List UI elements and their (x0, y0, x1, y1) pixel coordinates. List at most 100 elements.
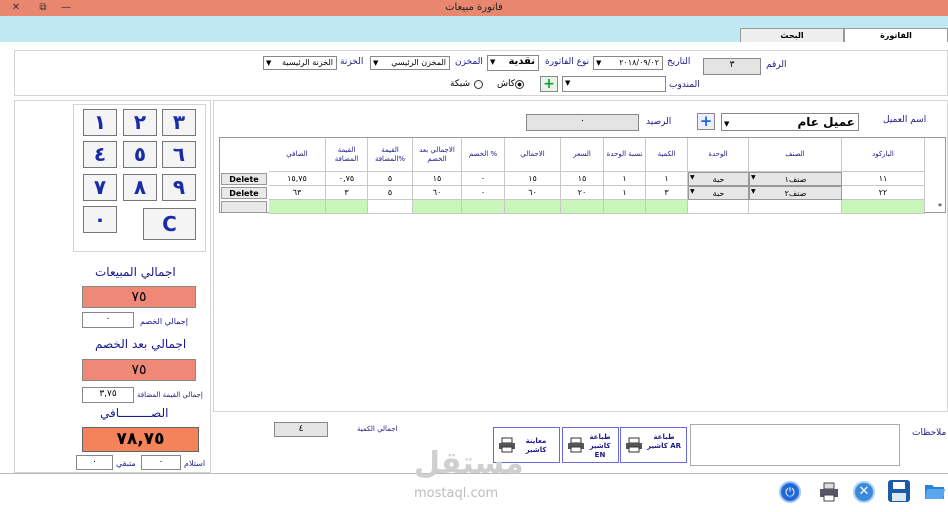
table-cell-barcode[interactable]: ١١ (842, 172, 925, 186)
table-cell-disc[interactable]: ٠ (462, 186, 505, 200)
new-row-cell[interactable] (269, 200, 326, 214)
key-2[interactable]: ٢ (123, 109, 157, 136)
new-row-cell[interactable] (604, 200, 646, 214)
new-row-cell[interactable] (842, 200, 925, 214)
restore-icon[interactable]: ⧉ (33, 0, 53, 16)
print-cashier-en-button[interactable]: طباعة كاشير EN (562, 427, 619, 463)
table-cell-net[interactable]: ٦٣ (269, 186, 326, 200)
cancel-icon[interactable]: ✕ (853, 481, 875, 503)
print-cashier-ar-button[interactable]: طباعة كاشير AR (620, 427, 687, 463)
new-row-cell[interactable] (326, 200, 368, 214)
new-row-cell[interactable] (688, 200, 749, 214)
chevron-down-icon: ▼ (490, 58, 496, 66)
key-8[interactable]: ٨ (123, 174, 157, 201)
cash-radio[interactable] (515, 80, 524, 89)
key-5[interactable]: ٥ (123, 141, 157, 168)
column-header: السعر (561, 138, 604, 172)
table-cell-ratio[interactable]: ١ (604, 172, 646, 186)
power-icon[interactable]: ⏻ (779, 481, 801, 503)
table-cell-disc[interactable]: ٠ (462, 172, 505, 186)
table-cell-net[interactable]: ١٥,٧٥ (269, 172, 326, 186)
table-cell-qty[interactable]: ٣ (646, 186, 688, 200)
key-clear[interactable]: C (143, 208, 196, 240)
key-6[interactable]: ٦ (162, 141, 196, 168)
new-row-delete-button[interactable] (221, 201, 267, 213)
remaining-field[interactable]: ٠ (76, 455, 113, 470)
close-icon[interactable]: ✕ (6, 0, 26, 16)
column-header: الخصم % (462, 138, 505, 172)
sales-total-label: اجمالي المبيعات (95, 265, 176, 279)
tab-search[interactable]: البحث (740, 28, 844, 42)
column-header: الباركود (842, 138, 925, 172)
tab-invoice[interactable]: الفاتورة (844, 28, 948, 42)
key-3[interactable]: ٣ (162, 109, 196, 136)
invoice-number-field[interactable]: ٣ (703, 58, 761, 75)
key-7[interactable]: ٧ (83, 174, 117, 201)
store-select[interactable]: ▼ المخزن الرئيسي (370, 56, 450, 70)
plus-icon: + (543, 76, 555, 92)
rep-select[interactable]: ▼ (562, 76, 666, 92)
chevron-down-icon: ▼ (724, 120, 730, 128)
discount-total-field[interactable]: ٠ (82, 312, 134, 328)
table-cell-price[interactable]: ٢٠ (561, 186, 604, 200)
delete-row-button[interactable]: Delete (221, 173, 267, 185)
new-row-cell[interactable] (505, 200, 561, 214)
key-1[interactable]: ١ (83, 109, 117, 136)
delete-row-button[interactable]: Delete (221, 187, 267, 199)
table-cell-qty[interactable]: ١ (646, 172, 688, 186)
minimize-icon[interactable]: — (56, 0, 76, 16)
after-discount-value: ٧٥ (82, 359, 196, 381)
customer-select[interactable]: ▼ عميل عام (721, 113, 859, 131)
new-row-cell[interactable] (646, 200, 688, 214)
notes-field[interactable] (690, 424, 900, 466)
rep-label: المندوب (669, 80, 700, 90)
printer-icon[interactable] (818, 481, 840, 503)
table-cell-item[interactable]: صنف٢ (749, 186, 842, 200)
treasury-label: الخزنة (340, 57, 364, 67)
key-9[interactable]: ٩ (162, 174, 196, 201)
chevron-down-icon[interactable]: ▼ (690, 174, 695, 181)
received-field[interactable]: ٠ (141, 455, 181, 470)
table-cell-ratio[interactable]: ١ (604, 186, 646, 200)
table-cell-barcode[interactable]: ٢٢ (842, 186, 925, 200)
new-row-cell[interactable] (749, 200, 842, 214)
treasury-select[interactable]: ▼ الخزنة الرئيسية (263, 56, 337, 70)
table-cell-vatp[interactable]: ٥ (368, 186, 413, 200)
table-cell-vat[interactable]: ٣ (326, 186, 368, 200)
discount-total-label: إجمالي الخصم (140, 317, 188, 326)
invoice-type-select[interactable]: ▼ نقدية (487, 55, 539, 71)
table-cell-total[interactable]: ١٥ (505, 172, 561, 186)
chevron-down-icon[interactable]: ▼ (751, 188, 756, 195)
chevron-down-icon[interactable]: ▼ (751, 174, 756, 181)
save-icon[interactable] (888, 480, 910, 502)
table-cell-price[interactable]: ١٥ (561, 172, 604, 186)
new-row-cell[interactable] (413, 200, 462, 214)
add-customer-button[interactable]: + (697, 113, 715, 130)
table-cell-total[interactable]: ٦٠ (505, 186, 561, 200)
chevron-down-icon[interactable]: ▼ (690, 188, 695, 195)
column-header: الوحدة (688, 138, 749, 172)
new-row-cell[interactable] (462, 200, 505, 214)
vat-total-field[interactable]: ٣,٧٥ (82, 387, 134, 403)
add-rep-button[interactable]: + (540, 76, 558, 92)
network-radio[interactable] (474, 80, 483, 89)
column-header: القيمة المضافة% (368, 138, 413, 172)
table-cell-vat[interactable]: ٠,٧٥ (326, 172, 368, 186)
items-grid: الباركود الصنف الوحدة الكمية نسبة الوحدة السع… (219, 137, 946, 214)
table-cell-vatp[interactable]: ٥ (368, 172, 413, 186)
net-total-label: الصـــــــــافي (100, 406, 169, 420)
date-picker[interactable]: ▼ ٢٠١٨/٠٩/٠٢ (593, 56, 663, 70)
key-4[interactable]: ٤ (83, 141, 117, 168)
table-cell-unit[interactable]: حبة (688, 172, 749, 186)
table-cell-item[interactable]: صنف١ (749, 172, 842, 186)
table-cell-after[interactable]: ١٥ (413, 172, 462, 186)
balance-label: الرصيد (646, 117, 672, 127)
new-row-cell[interactable] (561, 200, 604, 214)
table-cell-unit[interactable]: حبة (688, 186, 749, 200)
folder-icon[interactable] (924, 482, 946, 500)
store-label: المخزن (455, 57, 483, 67)
new-row-cell[interactable] (368, 200, 413, 214)
sales-total-value: ٧٥ (82, 286, 196, 308)
table-cell-after[interactable]: ٦٠ (413, 186, 462, 200)
key-0[interactable]: ٠ (83, 206, 117, 233)
